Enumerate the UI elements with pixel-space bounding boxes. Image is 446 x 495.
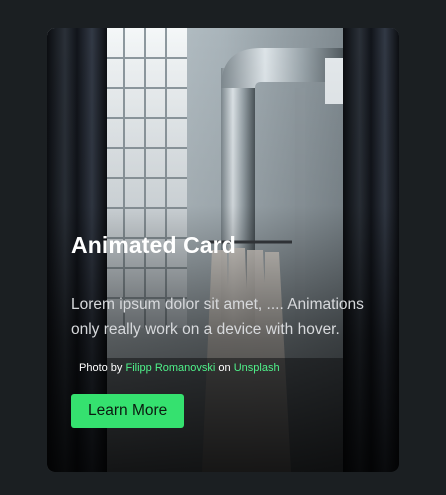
credit-source-link[interactable]: Unsplash [234,362,280,374]
credit-prefix: Photo by [79,362,123,374]
card-title: Animated Card [71,232,236,258]
credit-middle: on [218,362,231,374]
learn-more-button[interactable]: Learn More [71,394,185,428]
card-body-text: Lorem ipsum dolor sit amet, .... Animati… [71,296,364,338]
photo-credit: Photo by Filipp Romanovski on Unsplash [79,362,379,374]
credit-author-link[interactable]: Filipp Romanovski [125,362,215,374]
animated-card: Animated Card Lorem ipsum dolor sit amet… [47,28,399,472]
card-content: Animated Card Lorem ipsum dolor sit amet… [71,232,379,428]
